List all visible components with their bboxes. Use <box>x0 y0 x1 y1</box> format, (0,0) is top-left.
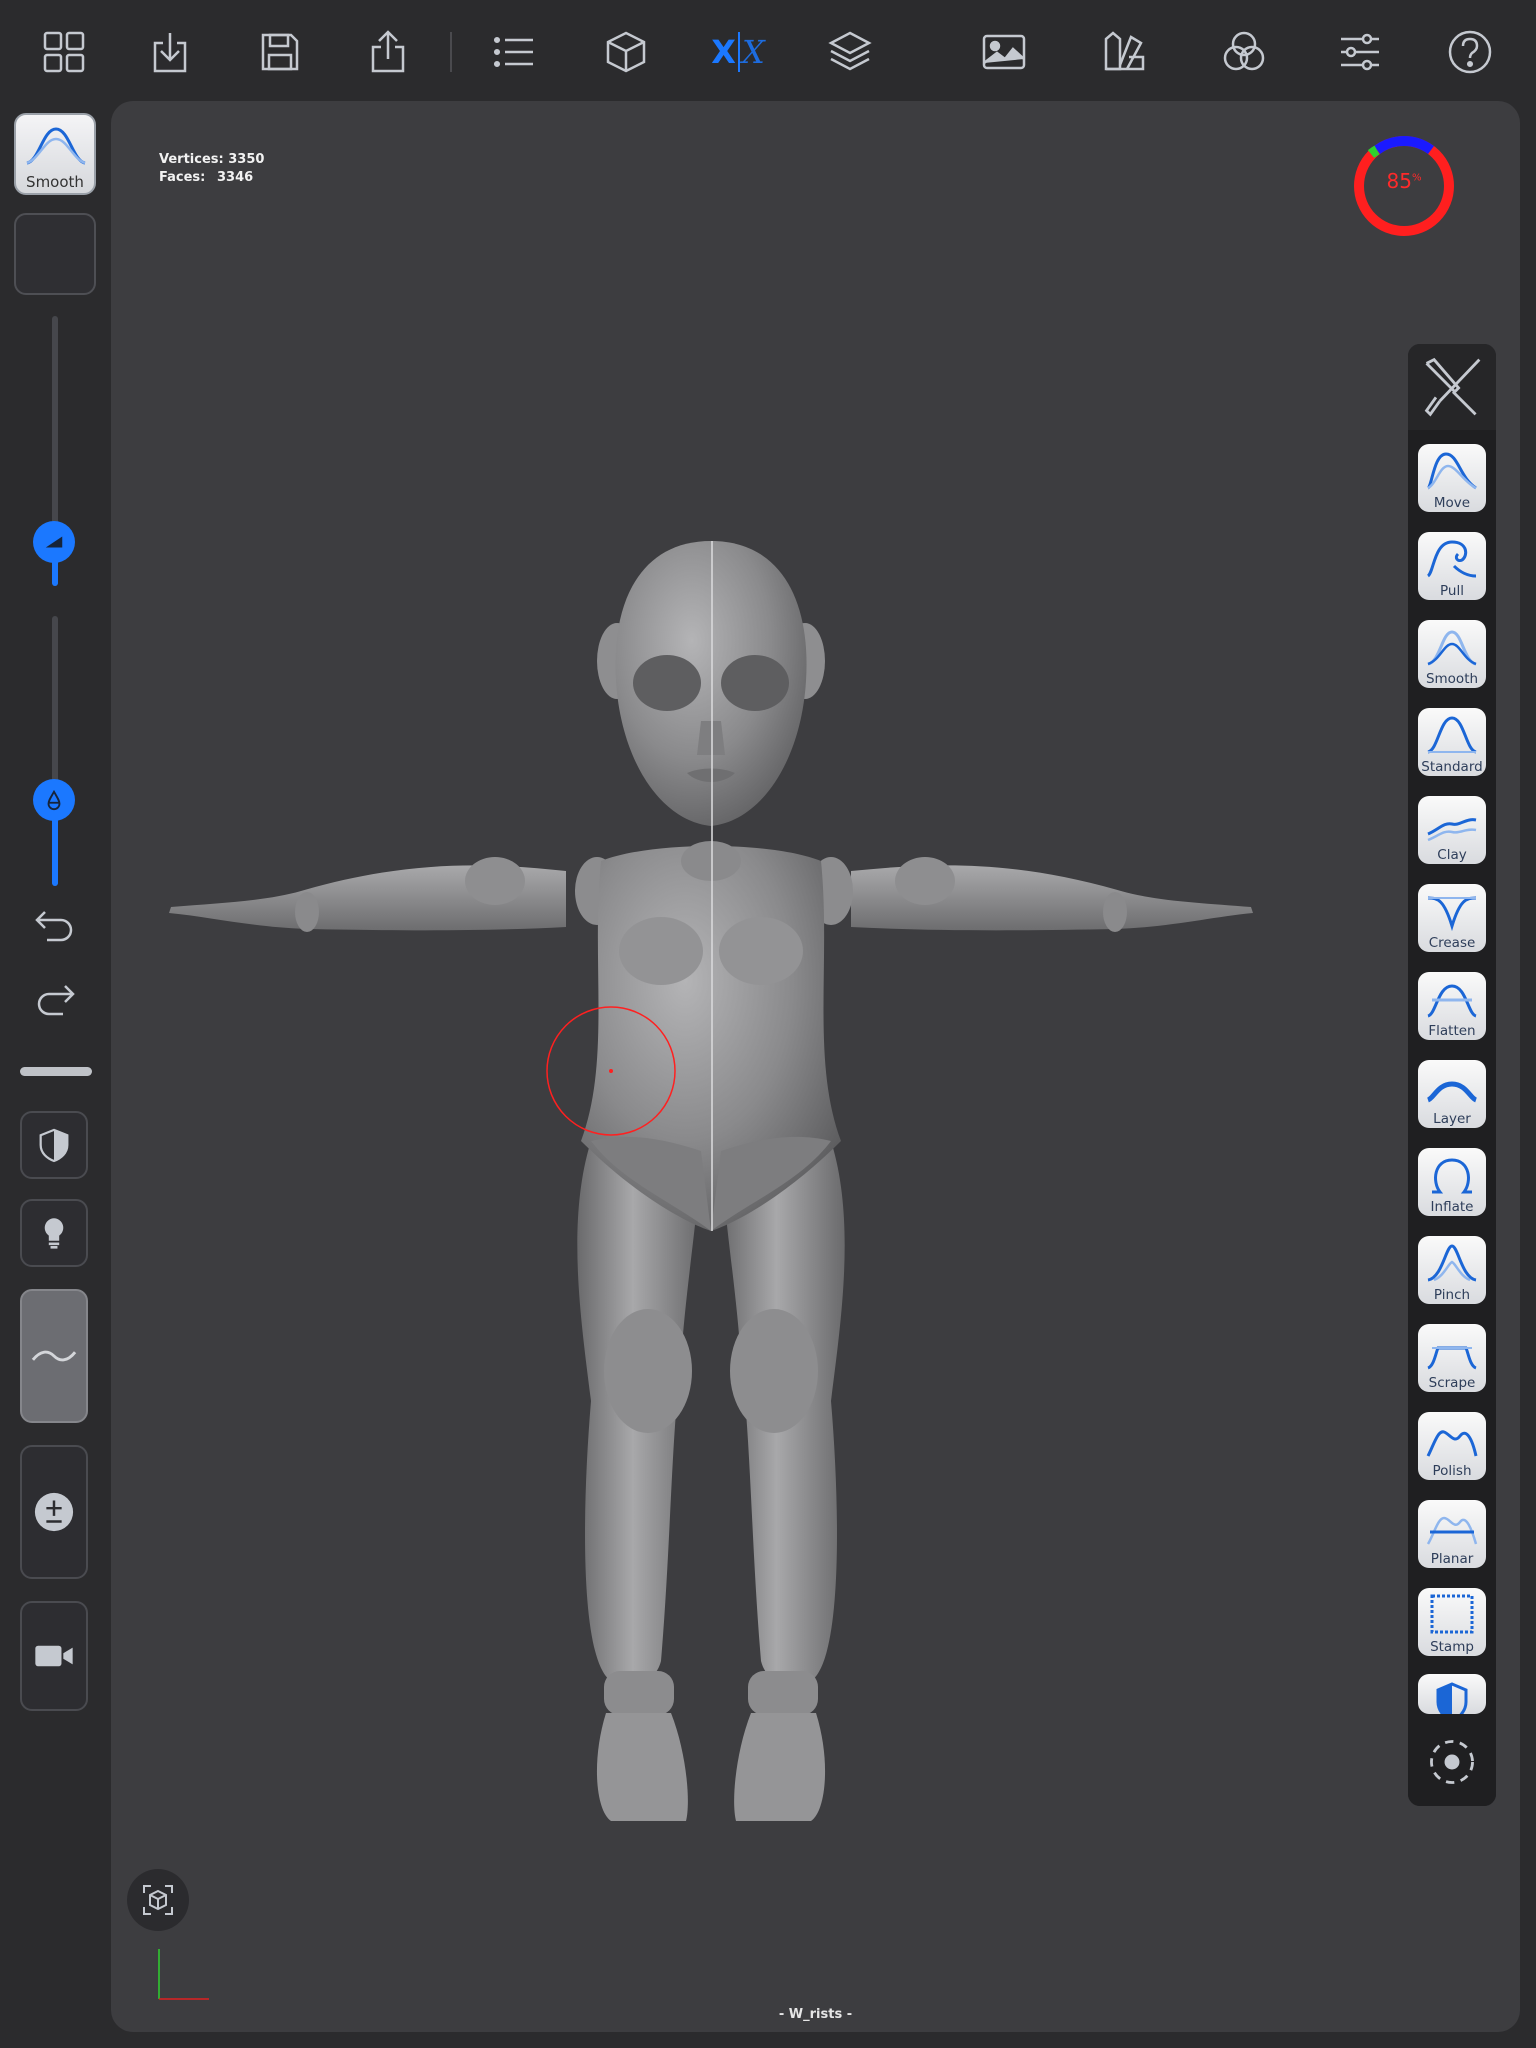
symmetry-divider <box>737 32 740 72</box>
scrape-brush-icon <box>1427 1346 1477 1370</box>
standard-brush-icon <box>1427 716 1477 754</box>
polish-brush-icon <box>1426 1430 1478 1457</box>
dashed-circle-icon <box>1430 1740 1474 1784</box>
tool-stamp-button[interactable]: Stamp <box>1418 1588 1486 1656</box>
right-foot <box>734 1713 826 1821</box>
share-icon[interactable] <box>358 22 418 82</box>
tool-label: Stamp <box>1430 1639 1474 1655</box>
tool-options-button[interactable] <box>1408 1718 1496 1806</box>
import-icon[interactable] <box>140 22 200 82</box>
tool-standard-button[interactable]: Standard <box>1418 708 1486 776</box>
clay-brush-icon <box>1427 818 1477 842</box>
crease-brush-icon <box>1427 896 1477 932</box>
pinch-brush-icon <box>1427 1244 1477 1282</box>
grid-icon[interactable] <box>34 22 94 82</box>
tool-pull-button[interactable]: Pull <box>1418 532 1486 600</box>
layers-icon[interactable] <box>820 22 880 82</box>
active-tool-button[interactable]: Smooth <box>14 113 96 195</box>
smooth-brush-icon <box>26 127 86 165</box>
save-icon[interactable] <box>250 22 310 82</box>
sub-add-button[interactable] <box>20 1445 88 1579</box>
move-brush-icon <box>1426 452 1477 490</box>
camera-icon <box>35 1645 73 1667</box>
smooth-brush-icon <box>1427 630 1477 666</box>
stroke-button[interactable] <box>20 1289 88 1423</box>
tool-label: Polish <box>1432 1463 1472 1479</box>
mask-button[interactable] <box>20 1111 88 1179</box>
radius-icon <box>45 536 63 548</box>
material-icon[interactable] <box>1214 22 1274 82</box>
panel-divider <box>20 1067 92 1076</box>
tool-label: Layer <box>1433 1111 1471 1127</box>
secondary-tool-slot[interactable] <box>14 213 96 295</box>
frame-icon <box>143 1885 173 1915</box>
active-tool-label: Smooth <box>26 173 84 191</box>
tool-inflate-button[interactable]: Inflate <box>1418 1148 1486 1216</box>
frame-view-button[interactable] <box>127 1869 189 1931</box>
settings-icon[interactable] <box>1330 22 1390 82</box>
list-icon[interactable] <box>484 22 544 82</box>
sculpt-model[interactable] <box>111 101 1520 2032</box>
right-eye-socket <box>721 655 789 711</box>
intensity-slider-knob[interactable] <box>33 779 75 821</box>
symmetry-x-right: X <box>741 33 765 71</box>
cube-icon[interactable] <box>596 22 656 82</box>
planar-brush-icon <box>1426 1516 1478 1545</box>
stamp-brush-icon <box>1430 1594 1474 1634</box>
tool-crease-button[interactable]: Crease <box>1418 884 1486 952</box>
tool-pinch-button[interactable]: Pinch <box>1418 1236 1486 1304</box>
light-icon <box>44 1218 64 1249</box>
left-eye-socket <box>633 655 701 711</box>
axis-gizmo-icon <box>158 1949 209 2000</box>
object-name: - W_rists - <box>778 2007 853 2022</box>
tool-label: Scrape <box>1428 1375 1476 1391</box>
left-panel: Smooth <box>0 101 110 2032</box>
top-toolbar: X X <box>0 0 1536 102</box>
tool-label: Flatten <box>1428 1023 1476 1039</box>
image-icon[interactable] <box>974 22 1034 82</box>
paint-icon[interactable] <box>1094 22 1154 82</box>
3d-viewport[interactable]: Vertices: 3350 Faces: 3346 85% - W_rists… <box>111 101 1520 2032</box>
toolbar-separator <box>450 32 452 72</box>
symmetry-icon[interactable]: X X <box>708 22 768 82</box>
mask-icon <box>39 1128 69 1163</box>
brush-tool-panel: Move Pull Smooth Standard Clay Crease Flatten L… <box>1408 344 1496 1806</box>
tool-label: Inflate <box>1430 1199 1474 1215</box>
pull-brush-icon <box>1426 540 1477 578</box>
tools-menu-button[interactable] <box>1408 344 1496 430</box>
tool-polish-button[interactable]: Polish <box>1418 1412 1486 1480</box>
tool-move-button[interactable]: Move <box>1418 444 1486 512</box>
tool-smooth-button[interactable]: Smooth <box>1418 620 1486 688</box>
light-button[interactable] <box>20 1199 88 1267</box>
camera-button[interactable] <box>20 1601 88 1711</box>
tool-label: Pull <box>1440 583 1464 599</box>
undo-icon[interactable] <box>22 901 88 951</box>
symmetry-x-left: X <box>711 33 736 71</box>
tool-label: Planar <box>1430 1551 1474 1567</box>
brush-tools-icon <box>1424 357 1481 417</box>
left-foot <box>596 1713 688 1821</box>
redo-icon[interactable] <box>22 975 88 1025</box>
tool-scrape-button[interactable]: Scrape <box>1418 1324 1486 1392</box>
tool-planar-button[interactable]: Planar <box>1418 1500 1486 1568</box>
flatten-brush-icon <box>1427 984 1477 1018</box>
tool-label: Smooth <box>1425 671 1479 687</box>
tool-layer-button[interactable]: Layer <box>1418 1060 1486 1128</box>
tool-label: Clay <box>1437 847 1467 863</box>
tool-label: Pinch <box>1433 1287 1471 1303</box>
mask-tool-icon <box>1436 1682 1468 1714</box>
mask-tool-button[interactable] <box>1418 1674 1486 1714</box>
inflate-brush-icon <box>1432 1158 1472 1194</box>
radius-slider-knob[interactable] <box>33 521 75 563</box>
tool-clay-button[interactable]: Clay <box>1418 796 1486 864</box>
tool-label: Crease <box>1428 935 1476 951</box>
tool-flatten-button[interactable]: Flatten <box>1418 972 1486 1040</box>
intensity-icon <box>47 789 61 810</box>
plus-minus-icon <box>34 1492 74 1532</box>
stroke-icon <box>31 1350 77 1362</box>
help-icon[interactable] <box>1440 22 1500 82</box>
tool-label: Move <box>1433 495 1471 511</box>
tool-label: Standard <box>1421 759 1483 775</box>
layer-brush-icon <box>1426 1081 1478 1103</box>
